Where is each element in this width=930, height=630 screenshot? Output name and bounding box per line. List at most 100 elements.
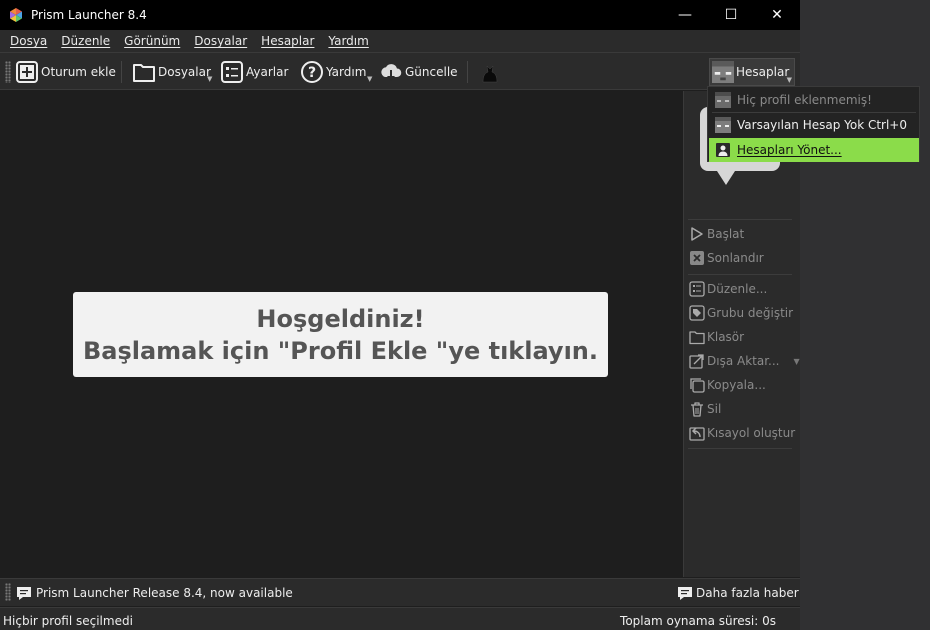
accounts-label: Hesaplar — [736, 65, 790, 79]
kill-icon — [690, 251, 704, 265]
folders-button[interactable]: Dosyalar — [132, 59, 211, 85]
selected-instance-status: Hiçbir profil seçilmedi — [3, 614, 133, 628]
settings-icon — [221, 61, 243, 83]
export-icon — [689, 354, 704, 369]
window-title: Prism Launcher 8.4 — [31, 8, 147, 22]
menu-view[interactable]: Görünüm — [117, 34, 187, 48]
menu-file[interactable]: Dosya — [3, 34, 54, 48]
copy-icon — [690, 378, 705, 393]
status-bar: Hiçbir profil seçilmedi Toplam oynama sü… — [0, 607, 800, 630]
no-profile-label: Hiç profil eklenmemiş! — [737, 93, 872, 107]
newsbar-grip-handle[interactable] — [5, 583, 11, 601]
cat-button[interactable] — [478, 59, 504, 85]
svg-text:?: ? — [308, 65, 316, 81]
manage-accounts-item[interactable]: Hesapları Yönet... — [709, 138, 919, 162]
create-shortcut-label: Kısayol oluştur — [707, 426, 796, 440]
menu-help[interactable]: Yardım — [321, 34, 375, 48]
export-label: Dışa Aktar... — [707, 354, 780, 368]
welcome-heading: Hoşgeldiniz! — [256, 304, 425, 333]
update-label: Güncelle — [405, 65, 458, 79]
steve-head-avatar-icon — [712, 61, 734, 83]
help-label: Yardım — [326, 65, 367, 79]
open-folder-label: Klasör — [707, 330, 745, 344]
news-speech-icon — [678, 587, 692, 600]
more-news-label: Daha fazla haber — [696, 586, 799, 600]
help-icon: ? — [301, 61, 323, 83]
black-cat-icon — [482, 65, 498, 83]
folder-icon — [689, 331, 705, 345]
default-account-shortcut: Ctrl+0 — [867, 118, 907, 132]
news-toolbar: Prism Launcher Release 8.4, now availabl… — [0, 578, 800, 606]
launch-label: Başlat — [707, 227, 745, 241]
change-group-label: Grubu değiştir — [707, 306, 794, 320]
copy-instance-label: Kopyala... — [707, 378, 766, 392]
welcome-instruction: Başlamak için "Profil Ekle "ye tıklayın. — [82, 336, 599, 365]
copy-instance-button[interactable]: Kopyala... — [689, 375, 766, 395]
help-button[interactable]: ? Yardım — [300, 59, 366, 85]
delete-instance-label: Sil — [707, 402, 722, 416]
folder-icon — [133, 64, 155, 82]
settings-label: Ayarlar — [246, 65, 289, 79]
accounts-button[interactable]: Hesaplar ▼ — [709, 58, 795, 86]
close-button[interactable]: ✕ — [754, 0, 800, 30]
menu-folders[interactable]: Dosyalar — [187, 34, 254, 48]
title-bar: Prism Launcher 8.4 — ☐ ✕ — [0, 0, 800, 30]
total-playtime-status: Toplam oynama süresi: 0s — [620, 614, 776, 628]
instance-view[interactable]: Hoşgeldiniz! Başlamak için "Profil Ekle … — [0, 91, 682, 577]
accounts-dropdown-menu: Hiç profil eklenmemiş! Varsayılan Hesap … — [707, 86, 920, 162]
news-item-button[interactable]: Prism Launcher Release 8.4, now availabl… — [16, 585, 293, 601]
play-icon — [691, 227, 703, 241]
instance-sidebar: Başlat Sonlandır Düzenle... Grubu değişt… — [683, 91, 800, 577]
menu-accounts[interactable]: Hesaplar — [254, 34, 321, 48]
default-account-label: Varsayılan Hesap Yok — [737, 118, 865, 132]
export-button[interactable]: Dışa Aktar... ▼ — [689, 351, 800, 371]
user-icon — [716, 143, 730, 157]
news-speech-icon — [17, 587, 31, 600]
kill-button[interactable]: Sonlandır — [689, 248, 764, 268]
toolbar-separator — [121, 61, 122, 83]
accounts-dropdown-arrow-icon: ▼ — [786, 76, 792, 84]
welcome-message: Hoşgeldiniz! Başlamak için "Profil Ekle … — [73, 292, 608, 377]
launch-button[interactable]: Başlat — [689, 224, 744, 244]
speech-bubble-tail — [717, 171, 735, 185]
open-folder-button[interactable]: Klasör — [689, 327, 744, 347]
folders-dropdown-arrow-icon[interactable]: ▼ — [207, 75, 212, 83]
export-dropdown-arrow-icon: ▼ — [793, 356, 800, 366]
main-toolbar: Oturum ekle Dosyalar ▼ Ayarlar ? Yardım … — [0, 52, 800, 90]
shortcut-icon — [689, 427, 705, 441]
cloud-download-icon — [381, 64, 402, 81]
toolbar-grip-handle[interactable] — [5, 61, 11, 83]
edit-icon — [689, 281, 705, 297]
sidebar-separator — [688, 219, 792, 220]
delete-instance-button[interactable]: Sil — [689, 399, 721, 419]
more-news-button[interactable]: Daha fazla haber — [677, 585, 799, 601]
help-dropdown-arrow-icon[interactable]: ▼ — [367, 75, 372, 83]
minimize-button[interactable]: — — [662, 0, 708, 30]
window-controls: — ☐ ✕ — [662, 0, 800, 30]
minimize-icon: — — [678, 7, 692, 23]
trash-icon — [691, 402, 703, 417]
change-group-button[interactable]: Grubu değiştir — [689, 303, 793, 323]
manage-accounts-label: Hesapları Yönet... — [737, 143, 842, 157]
settings-button[interactable]: Ayarlar — [220, 59, 288, 85]
default-account-item[interactable]: Varsayılan Hesap Yok Ctrl+0 — [709, 113, 919, 137]
sidebar-separator — [688, 274, 792, 275]
folders-label: Dosyalar — [158, 65, 211, 79]
close-icon: ✕ — [771, 7, 783, 23]
create-shortcut-button[interactable]: Kısayol oluştur — [689, 423, 795, 443]
maximize-icon: ☐ — [724, 7, 738, 23]
add-instance-icon — [16, 61, 38, 83]
add-instance-button[interactable]: Oturum ekle — [15, 59, 116, 85]
maximize-button[interactable]: ☐ — [708, 0, 754, 30]
menu-edit[interactable]: Düzenle — [54, 34, 117, 48]
prism-launcher-logo-icon — [10, 8, 22, 22]
kill-label: Sonlandır — [707, 251, 764, 265]
edit-instance-label: Düzenle... — [707, 282, 768, 296]
update-button[interactable]: Güncelle — [379, 59, 458, 85]
toolbar-separator — [467, 61, 468, 83]
add-instance-label: Oturum ekle — [41, 65, 116, 79]
steve-head-avatar-icon — [715, 92, 731, 108]
edit-instance-button[interactable]: Düzenle... — [689, 279, 767, 299]
main-window: Prism Launcher 8.4 — ☐ ✕ Dosya Düzenle G… — [0, 0, 800, 630]
news-headline: Prism Launcher Release 8.4, now availabl… — [36, 586, 293, 600]
